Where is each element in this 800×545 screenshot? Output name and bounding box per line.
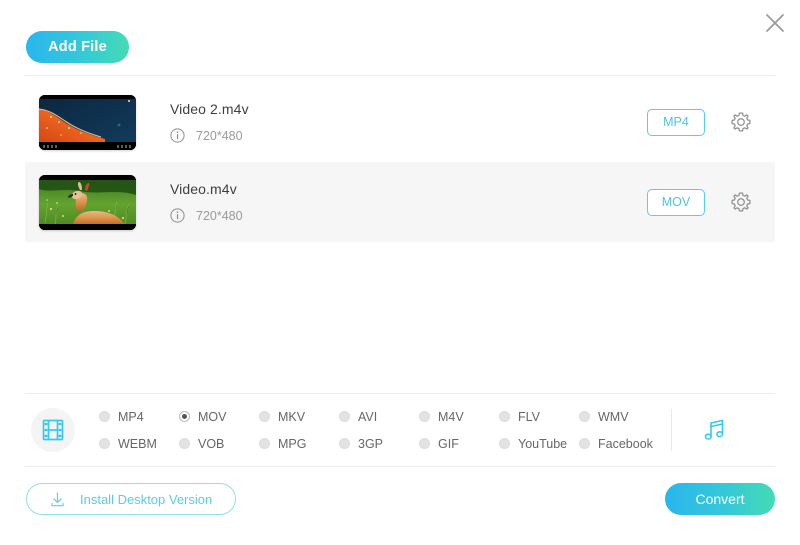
- output-format-badge[interactable]: MOV: [647, 188, 705, 216]
- file-meta: Video.m4v 720*480: [170, 181, 647, 223]
- file-sub: 720*480: [170, 128, 647, 143]
- radio-mark[interactable]: [179, 411, 190, 422]
- radio-mark[interactable]: [179, 438, 190, 449]
- format-option-label: MP4: [118, 409, 144, 424]
- format-option-gif[interactable]: GIF: [419, 437, 499, 451]
- format-option-label: Facebook: [598, 436, 653, 451]
- radio-mark[interactable]: [579, 411, 590, 422]
- format-option-label: 3GP: [358, 436, 384, 451]
- radio-mark[interactable]: [419, 438, 430, 449]
- format-option-mp4[interactable]: MP4: [99, 410, 179, 424]
- radio-mark[interactable]: [259, 438, 270, 449]
- format-option-mkv[interactable]: MKV: [259, 410, 339, 424]
- format-option-webm[interactable]: WEBM: [99, 437, 179, 451]
- format-option-facebook[interactable]: Facebook: [579, 437, 659, 451]
- format-option-flv[interactable]: FLV: [499, 410, 579, 424]
- output-format-badge[interactable]: MP4: [647, 108, 705, 136]
- format-option-label: MOV: [198, 409, 227, 424]
- file-resolution: 720*480: [196, 128, 243, 143]
- format-radio-group: MP4 MOV MKV AVI M4V FLV WMV WEBM VOB MPG 3GP GIF You…: [99, 403, 659, 457]
- add-file-area: Add File: [26, 31, 129, 63]
- radio-mark[interactable]: [99, 438, 110, 449]
- close-icon[interactable]: [760, 8, 790, 38]
- format-option-mpg[interactable]: MPG: [259, 437, 339, 451]
- info-icon[interactable]: [170, 128, 185, 143]
- format-option-label: MPG: [278, 436, 307, 451]
- file-meta: Video 2.m4v 720*480: [170, 101, 647, 143]
- radio-mark[interactable]: [339, 411, 350, 422]
- music-note-icon[interactable]: [700, 416, 728, 444]
- format-option-label: VOB: [198, 436, 225, 451]
- add-file-button[interactable]: Add File: [26, 31, 129, 63]
- download-icon: [49, 491, 66, 508]
- install-label: Install Desktop Version: [80, 491, 213, 507]
- format-option-label: FLV: [518, 409, 540, 424]
- film-strip-icon[interactable]: [31, 408, 75, 452]
- radio-mark[interactable]: [419, 411, 430, 422]
- info-icon[interactable]: [170, 208, 185, 223]
- format-option-3gp[interactable]: 3GP: [339, 437, 419, 451]
- format-option-label: AVI: [358, 409, 378, 424]
- format-option-m4v[interactable]: M4V: [419, 410, 499, 424]
- radio-mark[interactable]: [499, 411, 510, 422]
- divider-bottom: [25, 466, 775, 467]
- table-row[interactable]: Video.m4v 720*480 MOV: [25, 162, 775, 242]
- format-option-mov[interactable]: MOV: [179, 410, 259, 424]
- gear-icon[interactable]: [729, 110, 753, 134]
- format-option-wmv[interactable]: WMV: [579, 410, 659, 424]
- format-option-label: M4V: [438, 409, 464, 424]
- format-option-label: WEBM: [118, 436, 157, 451]
- radio-mark[interactable]: [339, 438, 350, 449]
- converter-window: Add File Video 2.m4v 720*480 MP4 Video.m…: [0, 0, 800, 545]
- panel-separator: [671, 409, 672, 451]
- file-name: Video.m4v: [170, 181, 237, 197]
- table-row[interactable]: Video 2.m4v 720*480 MP4: [25, 82, 775, 162]
- divider-format: [25, 393, 775, 394]
- format-option-vob[interactable]: VOB: [179, 437, 259, 451]
- format-option-label: YouTube: [518, 436, 568, 451]
- radio-mark[interactable]: [99, 411, 110, 422]
- video-thumbnail: [39, 94, 136, 150]
- gear-icon[interactable]: [729, 190, 753, 214]
- radio-mark[interactable]: [259, 411, 270, 422]
- format-option-label: GIF: [438, 436, 459, 451]
- format-option-label: WMV: [598, 409, 629, 424]
- format-option-youtube[interactable]: YouTube: [499, 437, 579, 451]
- file-name: Video 2.m4v: [170, 101, 249, 117]
- file-list: Video 2.m4v 720*480 MP4 Video.m4v 720*48…: [25, 82, 775, 242]
- radio-mark[interactable]: [499, 438, 510, 449]
- convert-button[interactable]: Convert: [665, 483, 775, 515]
- file-resolution: 720*480: [196, 208, 243, 223]
- file-sub: 720*480: [170, 208, 647, 223]
- format-option-avi[interactable]: AVI: [339, 410, 419, 424]
- video-thumbnail: [39, 174, 136, 230]
- radio-mark[interactable]: [579, 438, 590, 449]
- format-option-label: MKV: [278, 409, 306, 424]
- format-panel: MP4 MOV MKV AVI M4V FLV WMV WEBM VOB MPG 3GP GIF You…: [25, 401, 775, 459]
- divider-top: [25, 75, 775, 76]
- install-desktop-version-button[interactable]: Install Desktop Version: [26, 483, 236, 515]
